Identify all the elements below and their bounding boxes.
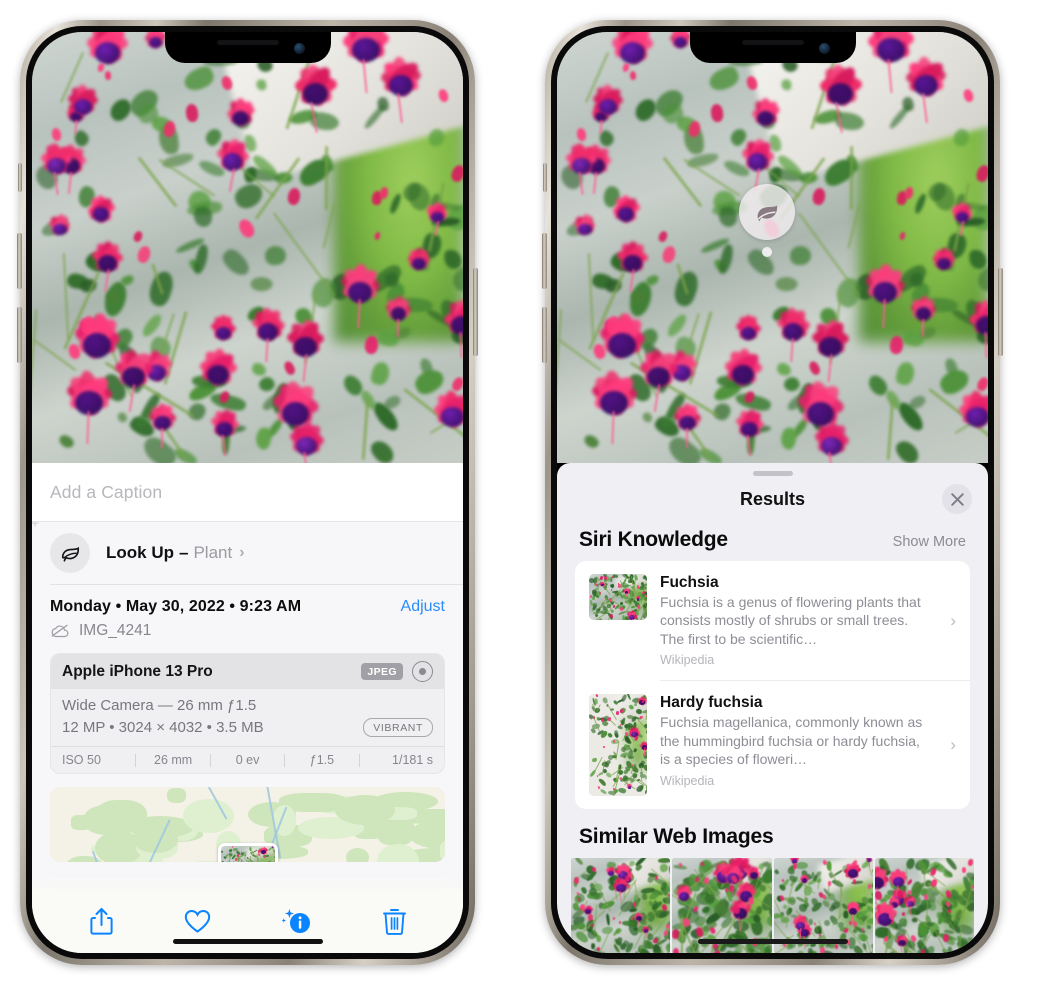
photographic-style-badge: VIBRANT (363, 718, 433, 737)
aperture-icon (412, 661, 433, 682)
left-screen: Add a Caption Look Up – Plant › Monday •… (32, 32, 463, 953)
right-iphone-device: Results Siri Knowledge Show More Fuchsia… (542, 20, 1003, 965)
exif-row: ISO 50 26 mm 0 ev ƒ1.5 1/181 s (51, 746, 444, 773)
left-iphone-device: Add a Caption Look Up – Plant › Monday •… (17, 20, 478, 965)
knowledge-description: Fuchsia magellanica, commonly known as t… (660, 714, 923, 768)
close-button[interactable] (942, 484, 972, 514)
exif-aperture: ƒ1.5 (309, 753, 335, 767)
location-map[interactable] (50, 787, 445, 862)
similar-image[interactable] (571, 858, 671, 953)
fuchsia-photo (32, 32, 463, 463)
share-button[interactable] (89, 907, 113, 936)
silence-switch[interactable] (543, 163, 547, 192)
camera-info-card[interactable]: Apple iPhone 13 Pro JPEG Wide Camera — 2… (50, 653, 445, 774)
spec-line: 12 MP • 3024 × 4032 • 3.5 MB (62, 719, 264, 736)
icloud-slash-icon (51, 624, 69, 638)
power-button[interactable] (998, 268, 1003, 356)
similar-web-images-header: Similar Web Images (557, 809, 988, 858)
leaf-icon (757, 205, 778, 222)
chevron-right-icon: › (239, 544, 245, 561)
home-indicator[interactable] (172, 939, 323, 944)
look-up-dash: – (179, 543, 189, 562)
visual-look-up-anchor-dot (762, 247, 772, 257)
earpiece-speaker (216, 40, 279, 45)
knowledge-description: Fuchsia is a genus of flowering plants t… (660, 594, 921, 647)
exif-ev: 0 ev (235, 753, 260, 767)
show-more-button[interactable]: Show More (893, 534, 966, 550)
close-icon (950, 492, 964, 506)
lens-line: Wide Camera — 26 mm ƒ1.5 (62, 697, 257, 714)
home-indicator[interactable] (697, 939, 848, 944)
front-camera (818, 43, 830, 54)
exif-focal: 26 mm (154, 753, 193, 767)
format-badge: JPEG (361, 663, 403, 680)
metadata-block: Monday • May 30, 2022 • 9:23 AM Adjust I… (32, 585, 463, 640)
knowledge-title: Fuchsia (660, 574, 719, 591)
knowledge-thumbnail (589, 694, 647, 797)
volume-up-button[interactable] (542, 233, 547, 289)
caption-placeholder: Add a Caption (50, 481, 163, 502)
info-button[interactable] (281, 908, 312, 935)
camera-card-header: Apple iPhone 13 Pro JPEG (51, 654, 444, 689)
favorite-button[interactable] (184, 909, 211, 934)
photo-date: Monday • May 30, 2022 • 9:23 AM (50, 598, 302, 615)
earpiece-speaker (741, 40, 804, 45)
leaf-icon (61, 546, 79, 562)
look-up-icon-badge (50, 533, 90, 573)
knowledge-item[interactable]: Fuchsia Fuchsia is a genus of flowering … (575, 561, 970, 680)
right-screen: Results Siri Knowledge Show More Fuchsia… (557, 32, 988, 953)
exif-iso: ISO 50 (62, 753, 101, 767)
similar-image[interactable] (874, 858, 974, 953)
results-title: Results (739, 488, 806, 509)
photo-viewer[interactable] (557, 32, 988, 463)
knowledge-item[interactable]: Hardy fuchsia Fuchsia magellanica, commo… (575, 681, 970, 809)
volume-up-button[interactable] (17, 233, 22, 289)
siri-knowledge-title: Siri Knowledge (579, 528, 728, 551)
device-notch (164, 32, 331, 63)
knowledge-source: Wikipedia (660, 773, 715, 788)
delete-button[interactable] (382, 908, 406, 935)
look-up-label-group: Look Up – Plant › (106, 543, 245, 563)
power-button[interactable] (473, 268, 478, 356)
photo-info-sheet: Add a Caption Look Up – Plant › Monday •… (32, 463, 463, 953)
info-scroll-body: Look Up – Plant › Monday • May 30, 2022 … (32, 522, 463, 889)
knowledge-source: Wikipedia (660, 653, 715, 668)
volume-down-button[interactable] (542, 307, 547, 363)
caption-input-row[interactable]: Add a Caption (32, 463, 463, 522)
photo-thumbnail-pin[interactable] (217, 843, 278, 862)
fuchsia-photo (557, 32, 988, 463)
file-name: IMG_4241 (79, 622, 152, 639)
results-header: Results (557, 476, 988, 522)
look-up-row[interactable]: Look Up – Plant › (32, 522, 463, 584)
exif-shutter: 1/181 s (392, 753, 434, 767)
adjust-date-button[interactable]: Adjust (401, 598, 445, 616)
sparkle-icon (32, 522, 40, 528)
camera-device-name: Apple iPhone 13 Pro (62, 662, 213, 680)
siri-knowledge-header: Siri Knowledge Show More (557, 522, 988, 561)
camera-card-body: Wide Camera — 26 mm ƒ1.5 12 MP • 3024 × … (51, 689, 444, 746)
chevron-right-icon: › (950, 735, 956, 755)
device-notch (689, 32, 856, 63)
knowledge-thumbnail (589, 574, 647, 620)
look-up-kind: Plant (193, 543, 233, 562)
look-up-label: Look Up (106, 543, 174, 562)
chevron-right-icon: › (950, 610, 956, 630)
knowledge-title: Hardy fuchsia (660, 694, 763, 712)
front-camera (293, 43, 305, 54)
volume-down-button[interactable] (17, 307, 22, 363)
visual-look-up-badge[interactable] (739, 184, 795, 240)
photo-viewer[interactable] (32, 32, 463, 463)
siri-knowledge-card: Fuchsia Fuchsia is a genus of flowering … (575, 561, 970, 810)
similar-web-images-title: Similar Web Images (579, 825, 774, 849)
results-sheet: Results Siri Knowledge Show More Fuchsia… (557, 463, 988, 953)
silence-switch[interactable] (18, 163, 22, 192)
